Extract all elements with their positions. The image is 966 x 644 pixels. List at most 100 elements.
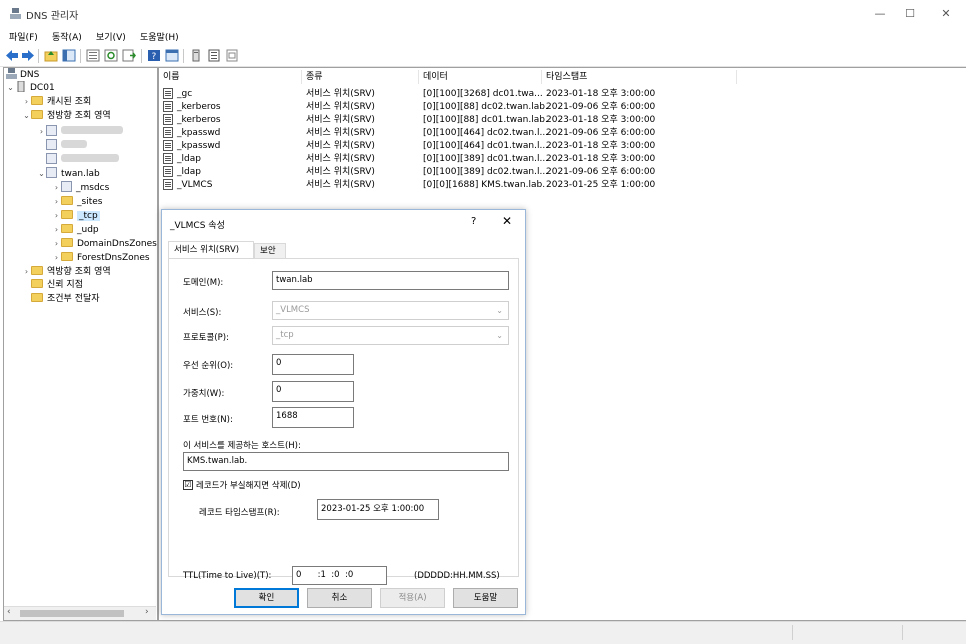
menu-help[interactable]: 도움말(H): [140, 30, 179, 43]
column-header-data[interactable]: 데이터: [419, 70, 542, 84]
table-row[interactable]: _gc 서비스 위치(SRV) [0][100][3268] dc01.twa...…: [159, 88, 759, 101]
chevron-right-icon[interactable]: ›: [22, 95, 31, 108]
table-row[interactable]: _kpasswd 서비스 위치(SRV) [0][100][464] dc01.tw…: [159, 140, 759, 153]
tab-security[interactable]: 보안: [254, 243, 286, 258]
host-field[interactable]: KMS.twan.lab.: [183, 452, 509, 471]
column-header-type[interactable]: 종류: [302, 70, 419, 84]
chevron-right-icon[interactable]: ›: [52, 223, 61, 236]
show-hide-console-tree-icon[interactable]: [62, 49, 76, 62]
up-folder-icon[interactable]: [44, 49, 58, 62]
scroll-right-icon[interactable]: ›: [145, 607, 149, 617]
tree-item-tcp[interactable]: › _tcp: [52, 209, 100, 222]
tree-item-sites[interactable]: › _sites: [52, 195, 102, 208]
tree-item-dc01[interactable]: ⌄ DC01: [6, 80, 55, 94]
service-select[interactable]: _VLMCS ⌄: [272, 301, 509, 320]
chevron-down-icon[interactable]: ⌄: [6, 81, 15, 94]
delete-stale-checkbox[interactable]: ☑: [183, 480, 193, 490]
properties-list-icon[interactable]: [86, 49, 100, 62]
table-row[interactable]: _kerberos 서비스 위치(SRV) [0][100][88] dc02.tw…: [159, 101, 759, 114]
tree-item-msdcs[interactable]: › _msdcs: [52, 181, 109, 194]
help-icon[interactable]: ?: [147, 49, 161, 62]
chevron-right-icon[interactable]: ›: [52, 251, 61, 264]
ok-button[interactable]: 확인: [234, 588, 299, 608]
weight-field[interactable]: 0: [272, 381, 354, 402]
tree-item-conditional-forwarders[interactable]: 조건부 전달자: [31, 293, 100, 306]
tree-label: DNS: [20, 70, 40, 80]
zone-icon: [61, 181, 72, 192]
scrollbar-thumb[interactable]: [20, 610, 124, 617]
chevron-right-icon[interactable]: ›: [52, 237, 61, 250]
tree-item-zone-redacted-2[interactable]: [46, 139, 87, 152]
tree-item-zone-redacted-3[interactable]: [46, 153, 119, 166]
server-icon[interactable]: [189, 49, 203, 62]
export-list-icon[interactable]: [122, 49, 136, 62]
forward-arrow-icon[interactable]: [21, 49, 35, 62]
ttl-field[interactable]: 0 :1 :0 :0: [292, 566, 387, 585]
console-view-icon[interactable]: [165, 49, 179, 62]
tree-item-forward-zones[interactable]: ⌄ 정방향 조회 영역: [22, 109, 111, 122]
srv-record-icon: [163, 166, 173, 177]
cell-timestamp: 2023-01-18 오후 3:00:00: [546, 141, 656, 151]
column-header-name[interactable]: 이름: [159, 70, 302, 84]
weight-label: 가중치(W):: [183, 389, 225, 399]
folder-icon: [31, 293, 43, 302]
record-list-icon[interactable]: [207, 49, 221, 62]
maximize-button[interactable]: ☐: [896, 5, 924, 23]
tree-item-twan-lab[interactable]: ⌄ twan.lab: [37, 167, 100, 180]
cancel-button[interactable]: 취소: [307, 588, 372, 608]
protocol-select[interactable]: _tcp ⌄: [272, 326, 509, 345]
tree-item-trust-points[interactable]: 신뢰 지점: [31, 279, 83, 292]
tree-label: _udp: [77, 225, 99, 235]
chevron-right-icon[interactable]: ›: [22, 265, 31, 278]
tree-label: 조건부 전달자: [47, 294, 100, 304]
chevron-right-icon[interactable]: ›: [52, 209, 61, 222]
table-row[interactable]: _ldap 서비스 위치(SRV) [0][100][389] dc01.twan.…: [159, 153, 759, 166]
table-row[interactable]: _ldap 서비스 위치(SRV) [0][100][389] dc02.twan.…: [159, 166, 759, 179]
tree-item-forestdnszones[interactable]: › ForestDnsZones: [52, 251, 150, 264]
chevron-right-icon[interactable]: ›: [37, 125, 46, 138]
service-value: _VLMCS: [276, 305, 310, 315]
chevron-down-icon[interactable]: ⌄: [22, 109, 31, 122]
back-arrow-icon[interactable]: [5, 49, 19, 62]
domain-label: 도메인(M):: [183, 278, 224, 288]
menu-file[interactable]: 파일(F): [9, 30, 38, 43]
refresh-icon[interactable]: [104, 49, 118, 62]
cell-data: [0][100][464] dc01.twan.l...: [423, 141, 549, 151]
tree-item-reverse-zones[interactable]: › 역방향 조회 영역: [22, 265, 111, 278]
chevron-right-icon[interactable]: ›: [52, 195, 61, 208]
chevron-down-icon: ⌄: [496, 306, 503, 315]
tab-srv[interactable]: 서비스 위치(SRV): [168, 241, 254, 258]
tree-label: 역방향 조회 영역: [47, 267, 111, 277]
chevron-down-icon[interactable]: ⌄: [37, 167, 46, 180]
dialog-help-button[interactable]: ?: [471, 216, 476, 227]
srv-record-icon: [163, 114, 173, 125]
svg-text:?: ?: [152, 52, 157, 62]
tree-item-udp[interactable]: › _udp: [52, 223, 99, 236]
menu-action[interactable]: 동작(A): [52, 30, 82, 43]
table-row[interactable]: _VLMCS 서비스 위치(SRV) [0][0][1688] KMS.twan.l…: [159, 179, 759, 192]
scroll-left-icon[interactable]: ‹: [7, 607, 11, 617]
tree-item-cached-lookups[interactable]: › 캐시된 조회: [22, 95, 91, 108]
new-record-icon[interactable]: [225, 49, 239, 62]
close-button[interactable]: ✕: [932, 5, 960, 23]
status-pane: [792, 625, 903, 640]
priority-field[interactable]: 0: [272, 354, 354, 375]
tree-label: 정방향 조회 영역: [47, 111, 111, 121]
chevron-right-icon[interactable]: ›: [52, 181, 61, 194]
port-field[interactable]: 1688: [272, 407, 354, 428]
help-button[interactable]: 도움말: [453, 588, 518, 608]
priority-label: 우선 순위(O):: [183, 361, 234, 371]
domain-field[interactable]: twan.lab: [272, 271, 509, 290]
tree-horizontal-scrollbar[interactable]: ‹ ›: [4, 606, 156, 620]
column-header-timestamp[interactable]: 타임스탬프: [542, 70, 737, 84]
tree-label: twan.lab: [61, 169, 100, 179]
tree-item-domaindnszones[interactable]: › DomainDnsZones: [52, 237, 157, 250]
apply-button[interactable]: 적용(A): [380, 588, 445, 608]
minimize-button[interactable]: —: [866, 5, 894, 23]
table-row[interactable]: _kpasswd 서비스 위치(SRV) [0][100][464] dc02.tw…: [159, 127, 759, 140]
menu-view[interactable]: 보기(V): [96, 30, 126, 43]
tree-item-dns[interactable]: DNS: [6, 68, 39, 81]
tree-item-zone-redacted-1[interactable]: ›: [37, 125, 123, 138]
dialog-close-button[interactable]: ✕: [502, 214, 512, 228]
table-row[interactable]: _kerberos 서비스 위치(SRV) [0][100][88] dc01.tw…: [159, 114, 759, 127]
